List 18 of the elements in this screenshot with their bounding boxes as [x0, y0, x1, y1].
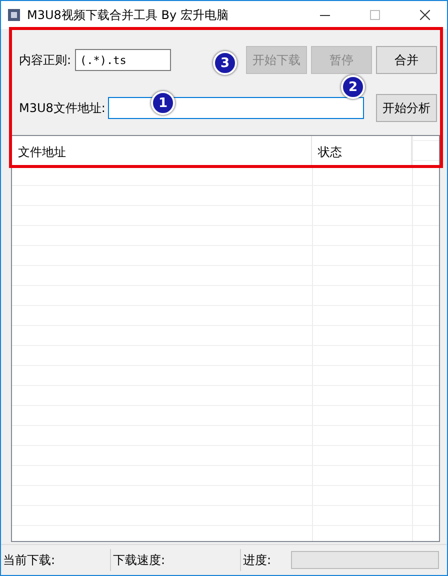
address-field[interactable]	[108, 97, 364, 119]
regex-field[interactable]: (.*).ts	[75, 49, 172, 71]
download-speed-label: 下载速度:	[111, 549, 241, 571]
app-icon	[7, 8, 21, 22]
close-icon[interactable]	[420, 10, 430, 20]
column-header[interactable]: 文件地址	[12, 136, 312, 166]
analyze-button[interactable]: 开始分析	[376, 94, 437, 122]
column-header[interactable]: 状态	[312, 136, 412, 166]
minimize-icon[interactable]	[320, 14, 330, 16]
toolbar-button[interactable]: 合并	[376, 46, 437, 74]
window-title: M3U8视频下载合并工具 By 宏升电脑	[27, 6, 230, 24]
current-download-label: 当前下载:	[1, 549, 111, 571]
address-label: M3U8文件地址:	[19, 100, 106, 116]
number-marker: 2	[341, 75, 365, 99]
regex-label: 内容正则:	[19, 52, 72, 68]
number-marker: 3	[213, 51, 237, 75]
progress-label: 进度:	[242, 552, 272, 569]
number-marker: 1	[151, 91, 175, 115]
